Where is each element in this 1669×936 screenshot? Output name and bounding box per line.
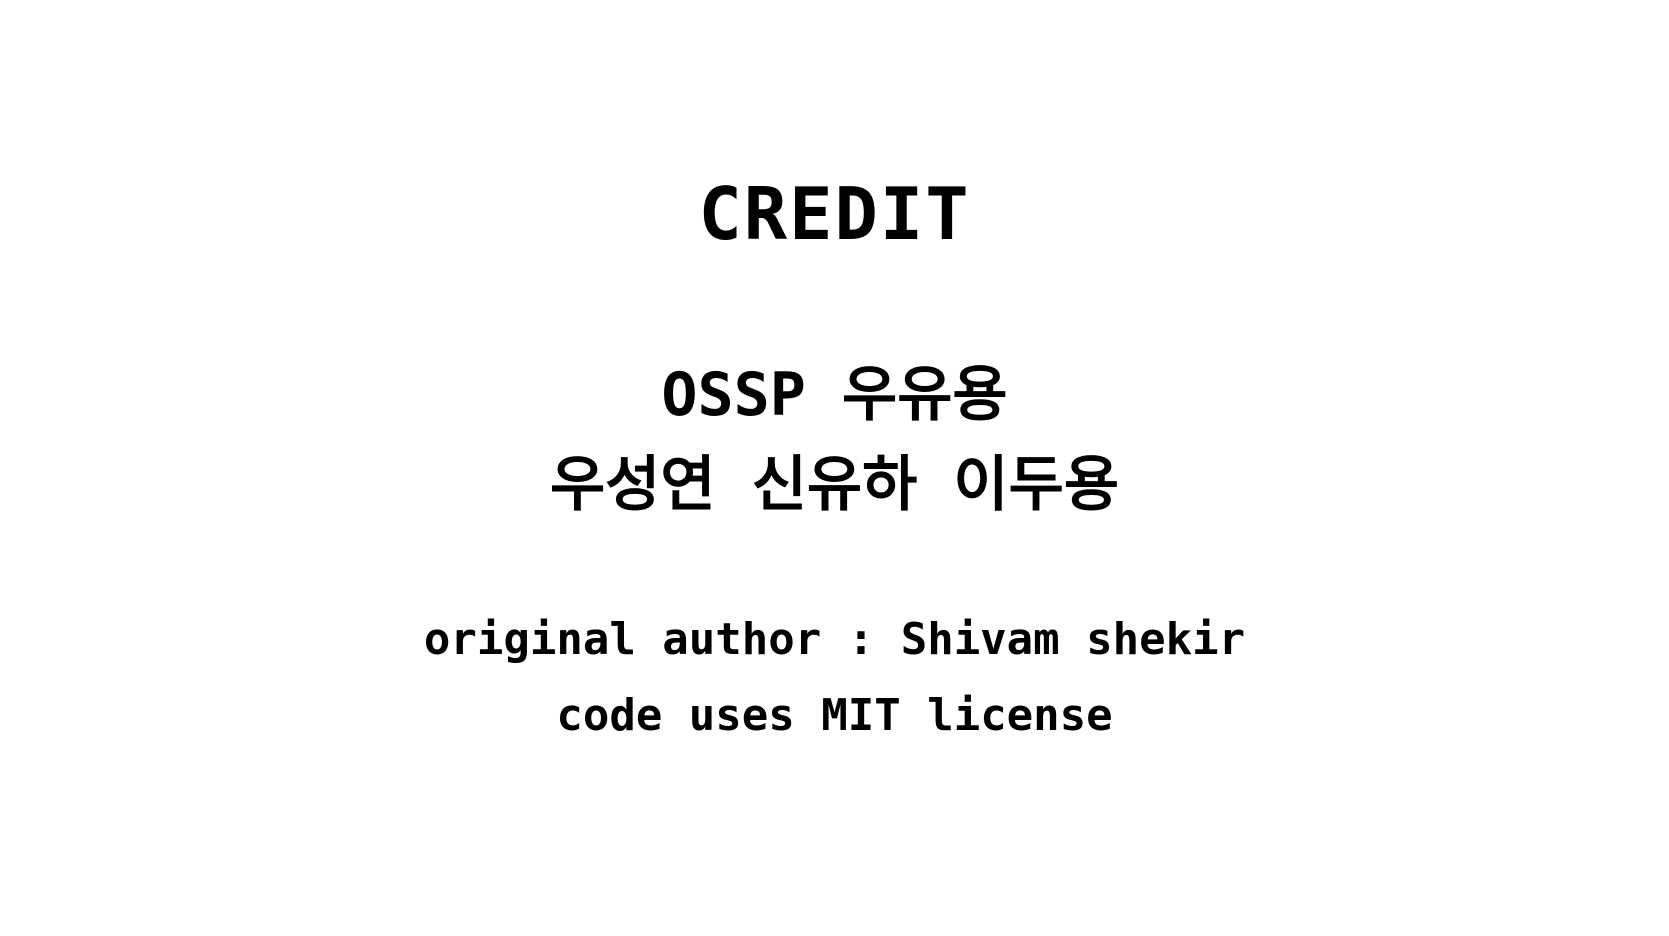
credits-title: CREDIT [698,172,971,256]
team-name: OSSP 우유용 [661,360,1008,430]
license-notice: code uses MIT license [556,690,1113,741]
original-author: original author : Shivam shekir [423,614,1246,665]
credits-screen: CREDIT OSSP 우유용 우성연 신유하 이두용 original aut… [0,0,1669,936]
team-members: 우성연 신유하 이두용 [549,450,1120,520]
